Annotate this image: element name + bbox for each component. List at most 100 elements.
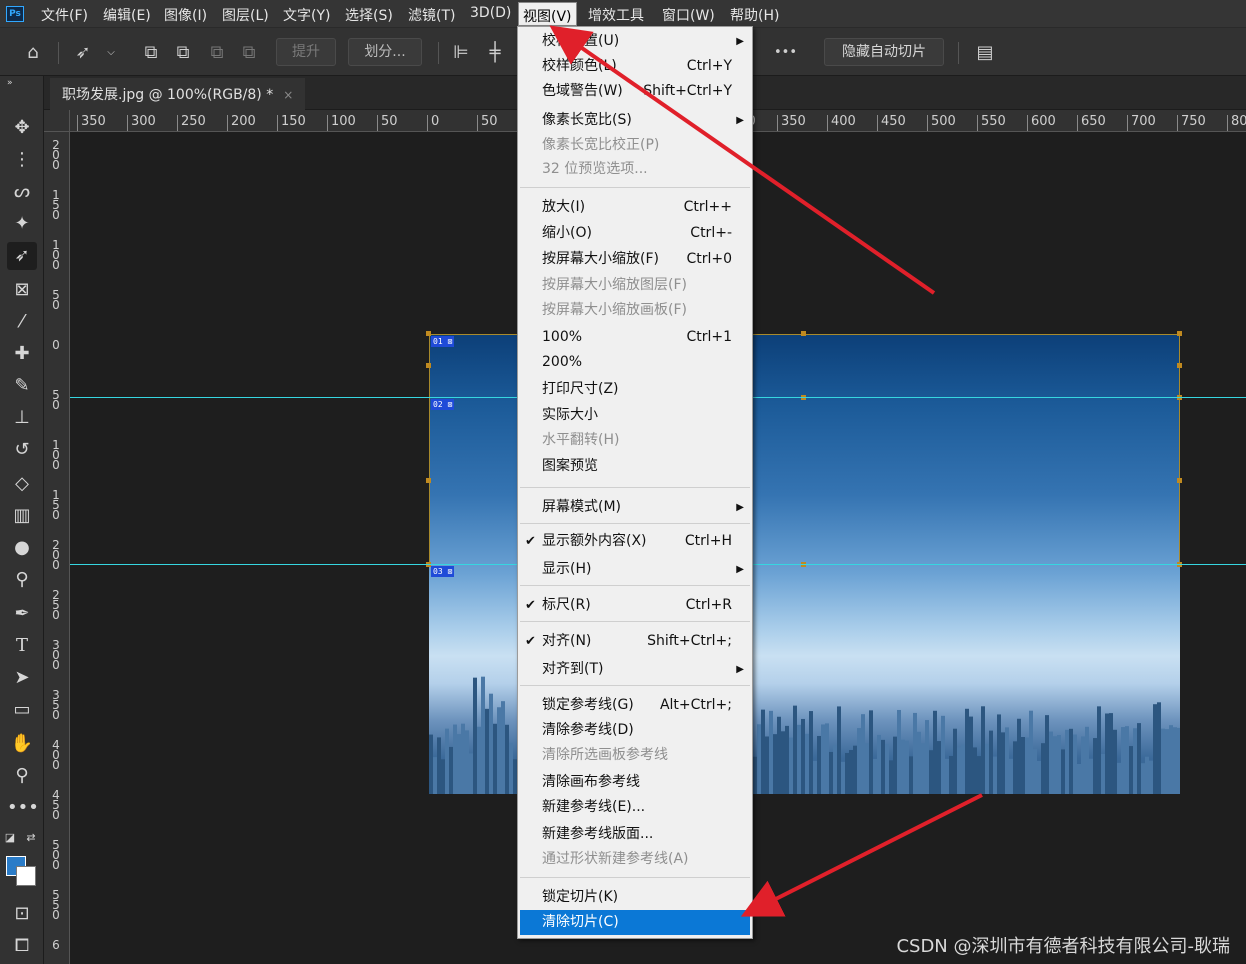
menu-item[interactable]: 图案预览 [520, 454, 750, 479]
more-tools-icon[interactable]: ••• [7, 794, 39, 822]
menu-item[interactable]: 像素长宽比(S) ▶ [520, 108, 750, 133]
bring-forward-icon[interactable]: ⧉ [172, 42, 194, 64]
send-to-back-icon[interactable]: ⧉ [238, 42, 260, 64]
menu-item[interactable]: 清除画布参考线 [520, 770, 750, 795]
collapse-panel-icon[interactable]: » [7, 78, 37, 88]
frame-icon[interactable]: ⊠ [7, 276, 37, 304]
default-colors-icon[interactable]: ◪ [3, 824, 17, 852]
menu-item[interactable]: 打印尺寸(Z) [520, 377, 750, 402]
menu-item[interactable]: 放大(I) Ctrl++ [520, 195, 750, 220]
path-select-icon[interactable]: ➤ [7, 664, 37, 692]
slice-handle[interactable] [801, 331, 806, 336]
history-brush-icon[interactable]: ↺ [7, 436, 37, 464]
menu-select[interactable]: 选择(S) [345, 5, 393, 25]
ruler-origin[interactable] [44, 110, 70, 132]
menu-item[interactable]: 显示(H) ▶ [520, 557, 750, 582]
menu-item[interactable]: 缩小(O) Ctrl+- [520, 221, 750, 246]
menu-item[interactable]: ✔ 标尺(R) Ctrl+R [520, 593, 750, 618]
marquee-icon[interactable]: ⋮ [7, 146, 37, 174]
menu-item-shortcut: Ctrl+- [690, 225, 732, 241]
menu-item[interactable]: 实际大小 [520, 403, 750, 428]
background-color-swatch[interactable] [16, 866, 36, 886]
menu-item[interactable]: 清除参考线(D) [520, 718, 750, 743]
slice-handle[interactable] [426, 478, 431, 483]
blur-icon[interactable]: ● [7, 534, 37, 562]
menu-filter[interactable]: 滤镜(T) [408, 5, 455, 25]
hide-auto-slices-button[interactable]: 隐藏自动切片 [824, 38, 944, 66]
hand-icon[interactable]: ✋ [7, 730, 37, 758]
menu-image[interactable]: 图像(I) [164, 5, 207, 25]
view-menu-dropdown: 校样设置(U) ▶ 校样颜色(L) Ctrl+Y 色域警告(W) Shift+Ctrl+Y… [517, 26, 753, 939]
menu-file[interactable]: 文件(F) [41, 5, 88, 25]
menu-item[interactable]: 清除切片(C) [520, 910, 750, 935]
menu-item[interactable]: 按屏幕大小缩放(F) Ctrl+0 [520, 247, 750, 272]
menu-item[interactable]: 新建参考线版面... [520, 822, 750, 847]
menu-item-label: 按屏幕大小缩放图层(F) [542, 277, 687, 293]
vertical-ruler[interactable]: 200 150 100 50 0 50 100 150 200 250 300 350 400 450 50… [44, 132, 70, 964]
menu-plugins[interactable]: 增效工具 [588, 5, 644, 25]
eyedropper-icon[interactable]: ⁄ [7, 308, 37, 336]
ruler-tick-label: 350 [52, 688, 60, 722]
slice-tool-icon[interactable]: ➶ [72, 42, 94, 64]
zoom-icon[interactable]: ⚲ [7, 762, 37, 790]
align-center-icon[interactable]: ╪ [484, 42, 506, 64]
menu-item[interactable]: 校样颜色(L) Ctrl+Y [520, 54, 750, 79]
healing-icon[interactable]: ✚ [7, 340, 37, 368]
brush-icon[interactable]: ✎ [7, 372, 37, 400]
stamp-icon[interactable]: ⊥ [7, 404, 37, 432]
align-left-icon[interactable]: ⊫ [450, 42, 472, 64]
slice-handle[interactable] [426, 363, 431, 368]
dodge-icon[interactable]: ⚲ [7, 566, 37, 594]
menu-item[interactable]: 100% Ctrl+1 [520, 325, 750, 350]
menu-item-label: 对齐(N) [542, 633, 592, 649]
slice-label-03: 03 ⊠ [431, 566, 455, 577]
menu-3d[interactable]: 3D(D) [470, 5, 511, 21]
screen-mode-icon[interactable]: ⧠ [7, 932, 37, 960]
document-tab[interactable]: 职场发展.jpg @ 100%(RGB/8) * × [50, 78, 306, 110]
menu-item[interactable]: 锁定参考线(G) Alt+Ctrl+; [520, 693, 750, 718]
swap-colors-icon[interactable]: ⇄ [24, 824, 38, 852]
menu-layer[interactable]: 图层(L) [222, 5, 269, 25]
menu-edit[interactable]: 编辑(E) [103, 5, 151, 25]
type-icon[interactable]: T [7, 632, 37, 660]
menu-help[interactable]: 帮助(H) [730, 5, 779, 25]
close-icon[interactable]: × [283, 88, 293, 102]
menu-item[interactable]: 色域警告(W) Shift+Ctrl+Y [520, 79, 750, 104]
slice-handle[interactable] [1177, 331, 1182, 336]
slice-options-icon[interactable]: ▤ [974, 42, 996, 64]
menu-item[interactable]: 屏幕模式(M) ▶ [520, 495, 750, 520]
menu-bar: Ps 文件(F) 编辑(E) 图像(I) 图层(L) 文字(Y) 选择(S) 滤… [0, 0, 1246, 28]
ruler-tick-label: 650 [1077, 115, 1106, 131]
slice-number: 01 [433, 337, 443, 346]
slice-handle[interactable] [1177, 363, 1182, 368]
magic-wand-icon[interactable]: ✦ [7, 210, 37, 238]
more-options-icon[interactable]: ••• [774, 42, 797, 64]
pen-icon[interactable]: ✒ [7, 600, 37, 628]
menu-item[interactable]: ✔ 对齐(N) Shift+Ctrl+; [520, 629, 750, 654]
divide-button[interactable]: 划分... [348, 38, 422, 66]
send-backward-icon[interactable]: ⧉ [206, 42, 228, 64]
menu-item[interactable]: 对齐到(T) ▶ [520, 657, 750, 682]
move-icon[interactable]: ✥ [7, 114, 37, 142]
menu-item[interactable]: 200% [520, 350, 750, 375]
menu-item[interactable]: 锁定切片(K) [520, 885, 750, 910]
menu-view[interactable]: 视图(V) [518, 2, 577, 26]
promote-button[interactable]: 提升 [276, 38, 336, 66]
menu-separator [520, 187, 750, 188]
bring-to-front-icon[interactable]: ⧉ [140, 42, 162, 64]
slice-tool-icon[interactable]: ➶ [7, 242, 37, 270]
menu-item[interactable]: 校样设置(U) ▶ [520, 29, 750, 54]
slice-handle[interactable] [1177, 478, 1182, 483]
chevron-down-icon[interactable]: ⌵ [100, 42, 122, 64]
menu-window[interactable]: 窗口(W) [662, 5, 715, 25]
rectangle-icon[interactable]: ▭ [7, 696, 37, 724]
eraser-icon[interactable]: ◇ [7, 470, 37, 498]
home-icon[interactable]: ⌂ [22, 42, 44, 64]
menu-item[interactable]: 新建参考线(E)... [520, 795, 750, 820]
menu-type[interactable]: 文字(Y) [283, 5, 330, 25]
gradient-icon[interactable]: ▥ [7, 502, 37, 530]
quick-mask-icon[interactable]: ⊡ [7, 900, 37, 928]
lasso-icon[interactable]: ᔕ [7, 178, 37, 206]
menu-item[interactable]: ✔ 显示额外内容(X) Ctrl+H [520, 529, 750, 554]
ruler-tick-label: 0 [427, 115, 439, 131]
